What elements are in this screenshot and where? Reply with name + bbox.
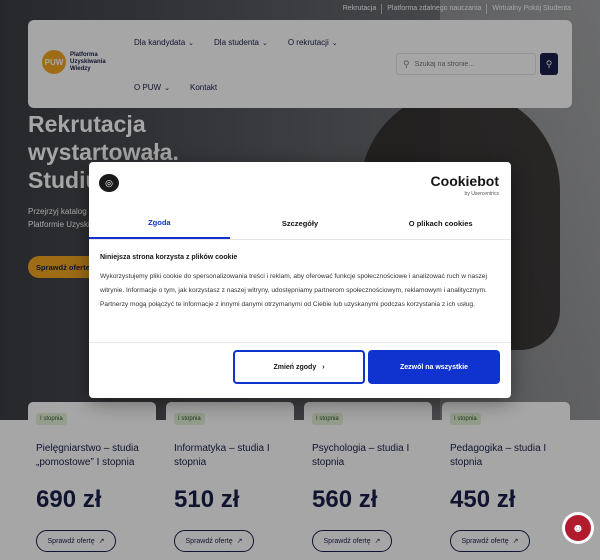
cookie-tabs: Zgoda Szczegóły O plikach cookies — [89, 208, 511, 240]
accessibility-icon: ☻ — [565, 515, 591, 541]
button-label: Zmień zgody — [273, 363, 317, 371]
cookie-logo-icon: ◎ — [99, 174, 119, 192]
brand-sub: by Usercentrics — [464, 191, 499, 197]
change-consent-button[interactable]: Zmień zgody › — [233, 350, 365, 384]
allow-all-button[interactable]: Zezwól na wszystkie — [368, 350, 500, 384]
cookie-title: Niniejsza strona korzysta z plików cooki… — [100, 254, 238, 261]
chevron-right-icon: › — [322, 363, 325, 371]
tab-zgoda[interactable]: Zgoda — [89, 208, 230, 239]
tab-o-plikach-cookies[interactable]: O plikach cookies — [370, 208, 511, 239]
divider — [89, 342, 511, 343]
cookie-text: Wykorzystujemy pliki cookie do spersonal… — [100, 273, 487, 308]
accessibility-button[interactable]: ☻ — [562, 512, 594, 544]
tab-szczegoly[interactable]: Szczegóły — [230, 208, 371, 239]
cookie-consent-dialog: ◎ Cookiebot by Usercentrics Zgoda Szczeg… — [89, 162, 511, 398]
brand-name: Cookiebot — [430, 173, 499, 189]
cookiebot-logo: Cookiebot by Usercentrics — [430, 173, 499, 201]
